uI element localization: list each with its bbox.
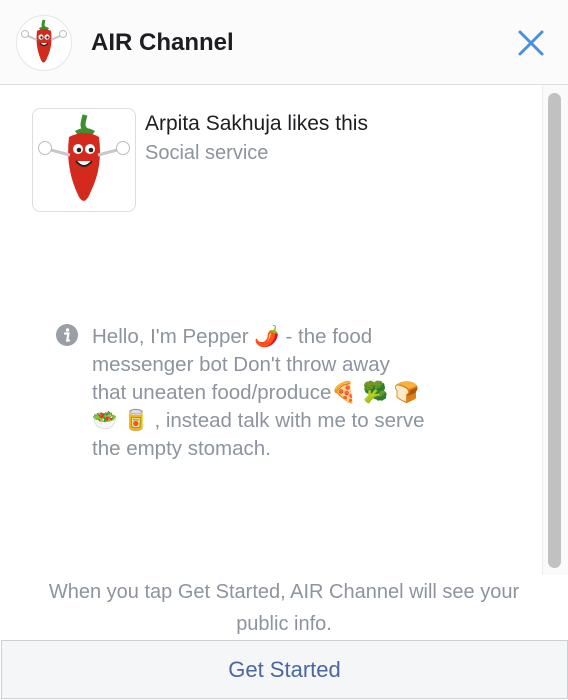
notice-line: public info. (236, 613, 332, 635)
scrollbar-thumb[interactable] (548, 93, 561, 568)
description-line: Hello, I'm Pepper 🌶️ - the food (92, 325, 373, 348)
page-category: Social service (145, 142, 269, 164)
info-icon (56, 324, 78, 346)
notice-line: When you tap Get Started, AIR Channel wi… (48, 581, 520, 603)
get-started-button[interactable]: Get Started (1, 640, 568, 699)
header-bar: AIR Channel (0, 0, 568, 85)
chat-content: Arpita Sakhuja likes this Social service… (0, 85, 542, 575)
description-line: the empty stomach. (92, 437, 271, 460)
pepper-avatar-icon (16, 15, 72, 71)
channel-title: AIR Channel (91, 29, 234, 56)
description-line: that uneaten food/produce🍕 🥦 🍞 (92, 381, 420, 404)
page-profile-picture (32, 108, 136, 212)
privacy-notice: When you tap Get Started, AIR Channel wi… (0, 576, 568, 640)
page-liked-by: Arpita Sakhuja likes this (145, 112, 368, 135)
close-icon[interactable] (514, 26, 548, 60)
description-line: 🥗 🥫 , instead talk with me to serve (92, 409, 425, 432)
bot-description: Hello, I'm Pepper 🌶️ - the food messenge… (92, 323, 492, 463)
description-line: messenger bot Don't throw away (92, 353, 390, 376)
